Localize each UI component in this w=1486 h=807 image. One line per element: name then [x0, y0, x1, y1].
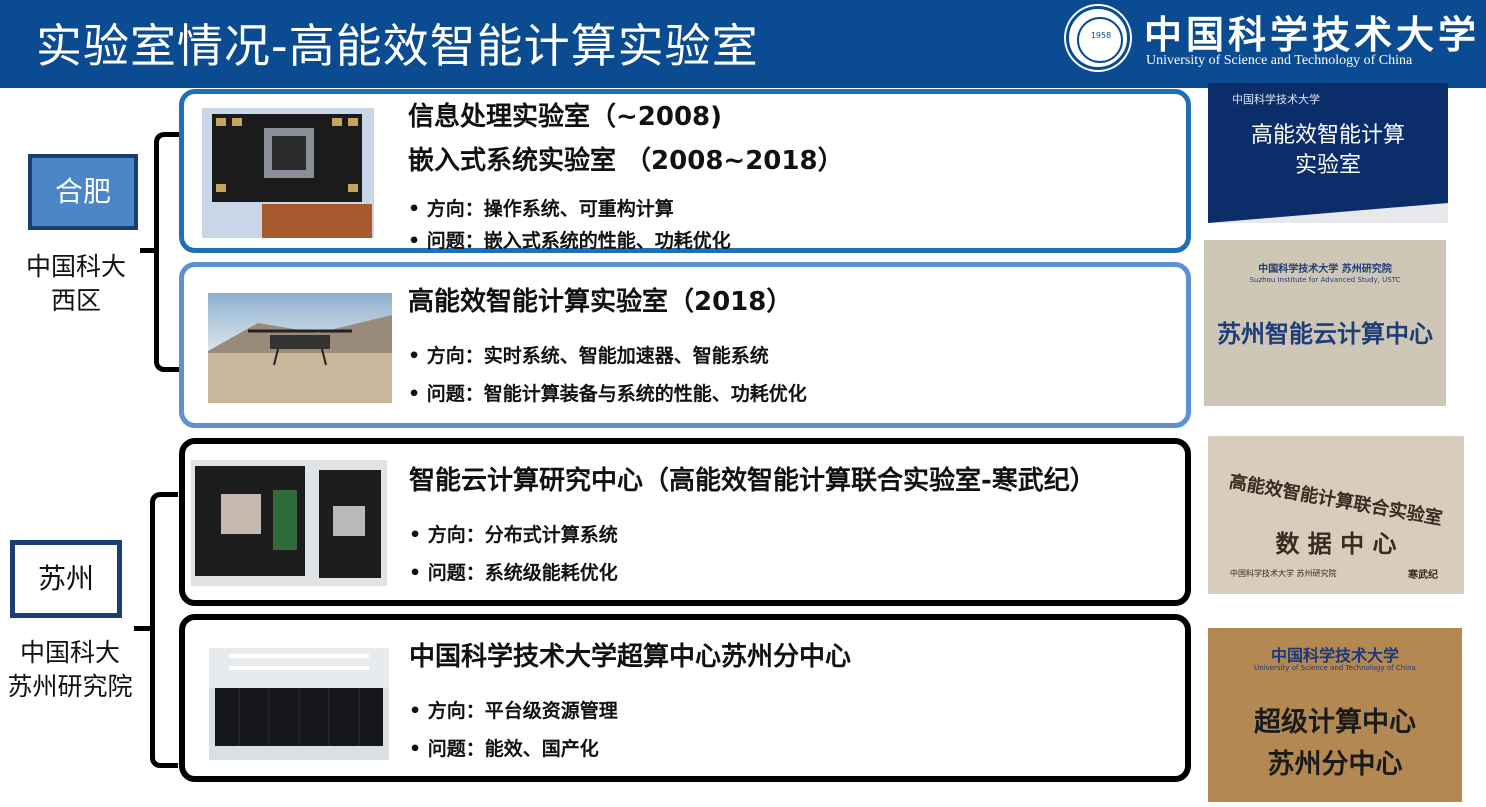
accelerator-board-graphic [195, 466, 381, 578]
sign-photo-supercomputing: 中国科学技术大学 University of Science and Techn… [1208, 628, 1462, 802]
lab-card-cloud-computing: 智能云计算研究中心（高能效智能计算联合实验室-寒武纪） • 方向：分布式计算系统… [179, 438, 1191, 606]
logo-chinese-name: 中国科学技术大学 [1144, 12, 1481, 57]
ustc-seal-logo: 1958 [1066, 6, 1130, 70]
campus-subtitle-line: 苏州研究院 [7, 672, 133, 701]
sign-text: 苏州智能云计算中心 [1217, 320, 1433, 348]
sign-photo-lab: 中国科学技术大学 高能效智能计算 实验室 [1208, 83, 1448, 223]
sign-photo-data-center: 高能效智能计算联合实验室 数 据 中 心 中国科学技术大学 苏州研究院 寒武纪 [1208, 436, 1464, 594]
lab-card-embedded: 信息处理实验室（~2008) 嵌入式系统实验室 （2008~2018） • 方向… [179, 89, 1191, 253]
sign-line: 苏州分中心 [1267, 749, 1403, 780]
lab-title: 高能效智能计算实验室（2018） [408, 287, 793, 317]
bracket-hefei [154, 132, 180, 372]
datacenter-image [209, 648, 389, 760]
sign-text: 高能效智能计算 实验室 [1208, 121, 1448, 181]
campus-subtitle-line: 中国科大 [25, 252, 126, 281]
page-title: 实验室情况-高能效智能计算实验室 [36, 19, 759, 73]
lab-problem: • 问题：系统级能耗优化 [409, 562, 618, 584]
lab-card-supercomputing: 中国科学技术大学超算中心苏州分中心 • 方向：平台级资源管理 • 问题：能效、国… [179, 614, 1191, 782]
lab-direction: • 方向：实时系统、智能加速器、智能系统 [408, 345, 769, 367]
drone-graphic [208, 293, 392, 403]
sign-text: 数 据 中 心 [1275, 530, 1397, 558]
lab-title: 中国科学技术大学超算中心苏州分中心 [409, 642, 852, 672]
sign-header: 中国科学技术大学 [1270, 646, 1399, 665]
campus-subtitle-hefei: 中国科大 西区 [18, 250, 134, 318]
sign-footer-right: 寒武纪 [1408, 570, 1438, 581]
header-bar: 实验室情况-高能效智能计算实验室 1958 中国科学技术大学 Universit… [0, 0, 1486, 88]
datacenter-graphic [209, 648, 389, 746]
lab-direction: • 方向：分布式计算系统 [409, 524, 618, 546]
sign-header: 中国科学技术大学 苏州研究院 [1258, 264, 1392, 275]
campus-subtitle-line: 中国科大 [19, 638, 120, 667]
sign-text: 超级计算中心 苏州分中心 [1208, 702, 1462, 786]
lab-direction: • 方向：操作系统、可重构计算 [408, 198, 674, 220]
lab-problem: • 问题：智能计算装备与系统的性能、功耗优化 [408, 383, 807, 405]
lab-problem: • 问题：能效、国产化 [409, 738, 599, 760]
lab-card-efficient-ai: 高能效智能计算实验室（2018） • 方向：实时系统、智能加速器、智能系统 • … [179, 262, 1191, 428]
campus-tag-suzhou: 苏州 [10, 540, 122, 618]
lab-problem: • 问题：嵌入式系统的性能、功耗优化 [408, 230, 731, 252]
bracket-tip-suzhou [134, 626, 150, 631]
sign-subheader: University of Science and Technology of … [1254, 664, 1416, 672]
drone-image [208, 293, 392, 403]
sign-header: 中国科学技术大学 [1232, 93, 1320, 106]
logo-english-name: University of Science and Technology of … [1146, 53, 1413, 68]
bracket-tip-hefei [140, 248, 156, 253]
campus-subtitle-line: 西区 [50, 286, 101, 315]
lab-direction: • 方向：平台级资源管理 [409, 700, 618, 722]
sign-footer-left: 中国科学技术大学 苏州研究院 [1230, 569, 1337, 578]
accelerator-board-image [191, 460, 387, 586]
campus-subtitle-suzhou: 中国科大 苏州研究院 [0, 636, 140, 704]
sign-line: 高能效智能计算 [1250, 123, 1405, 148]
sign-line: 超级计算中心 [1254, 707, 1416, 738]
sign-photo-cloud-center: 中国科学技术大学 苏州研究院 Suzhou Institute for Adva… [1204, 240, 1446, 406]
lab-title-secondary: 嵌入式系统实验室 （2008~2018） [408, 146, 844, 176]
seal-year: 1958 [1090, 31, 1112, 40]
bracket-suzhou [150, 492, 178, 768]
seal-ring [1077, 17, 1123, 63]
gpu-board-image [202, 108, 374, 238]
sign-subheader: Suzhou Institute for Advanced Study, UST… [1249, 276, 1401, 284]
campus-tag-hefei: 合肥 [28, 154, 138, 230]
sign-line: 实验室 [1294, 153, 1361, 178]
lab-title: 信息处理实验室（~2008) [408, 102, 723, 132]
gpu-board-graphic [212, 114, 372, 238]
lab-title: 智能云计算研究中心（高能效智能计算联合实验室-寒武纪） [409, 466, 1096, 496]
